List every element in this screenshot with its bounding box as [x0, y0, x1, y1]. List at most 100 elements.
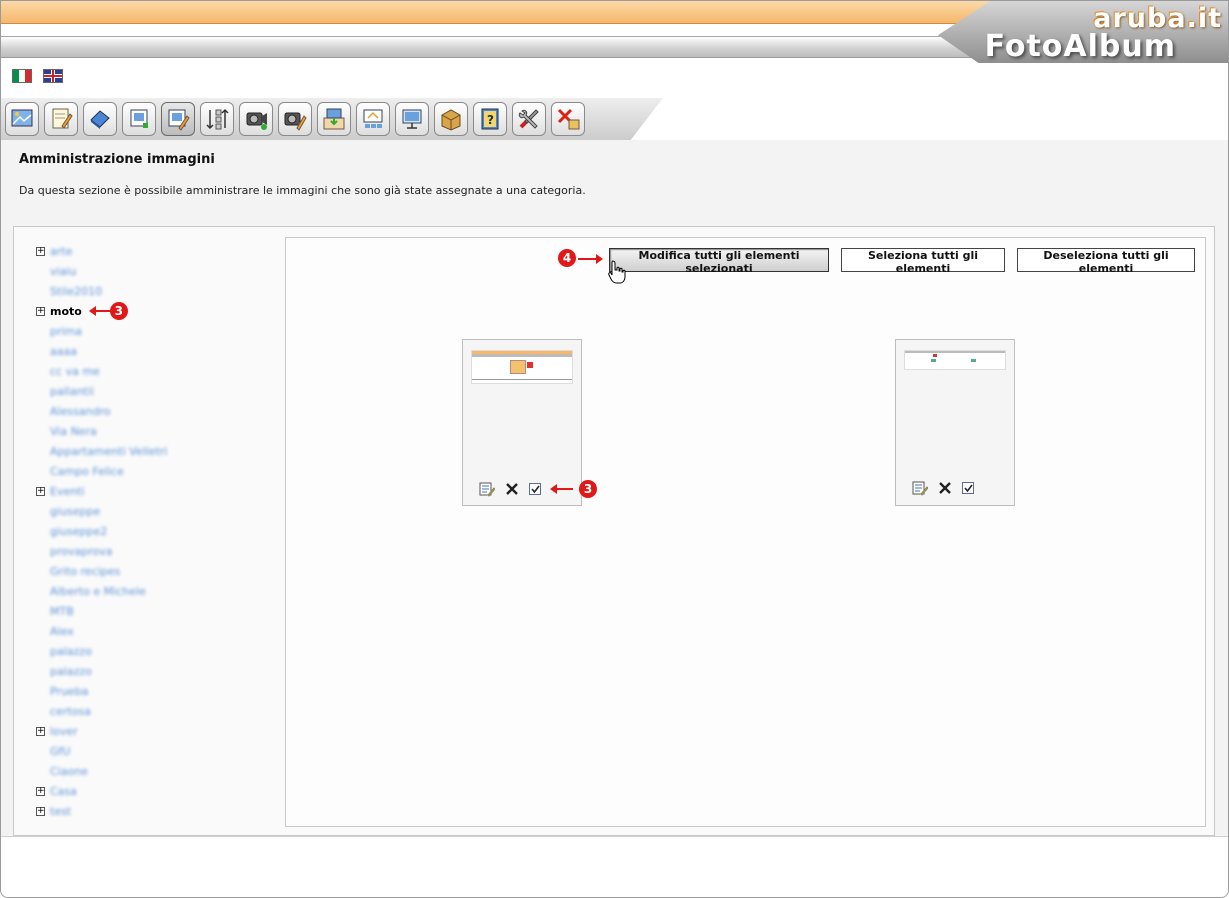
expand-icon[interactable]: + [36, 786, 45, 796]
package-button[interactable] [434, 102, 468, 136]
logout-icon [557, 108, 580, 130]
tree-item: + lover [36, 721, 276, 741]
thumbnail-actions [912, 480, 974, 496]
manage-video-button[interactable] [278, 102, 312, 136]
tree-item-label[interactable]: arte [50, 245, 72, 258]
expand-icon[interactable]: + [36, 246, 45, 256]
image-thumbnail [895, 339, 1015, 506]
tree-item-label[interactable]: Appartamenti Velletri [50, 445, 167, 458]
edit-icon[interactable] [479, 481, 495, 497]
tree-item-label[interactable]: palazzo [50, 645, 92, 658]
tree-item: viaiu [36, 261, 276, 281]
tree-item: provaprova [36, 541, 276, 561]
tree-item: + Eventi [36, 481, 276, 501]
edit-icon[interactable] [912, 480, 928, 496]
tree-item-label[interactable]: GfU [50, 745, 70, 758]
tree-item-label[interactable]: Via Nera [50, 425, 97, 438]
add-category-button[interactable] [5, 102, 39, 136]
tree-item-label[interactable]: Stile2010 [50, 285, 102, 298]
select-checkbox[interactable] [962, 482, 974, 494]
tree-item-label[interactable]: viaiu [50, 265, 76, 278]
slideshow-button[interactable] [395, 102, 429, 136]
tree-item-label[interactable]: Grito recipes [50, 565, 120, 578]
tree-item-label[interactable]: cc va me [50, 365, 100, 378]
thumbnail-preview[interactable] [471, 350, 573, 384]
tree-item: Alberto e Michele [36, 581, 276, 601]
tree-item-label[interactable]: Ciaone [50, 765, 88, 778]
package-icon [441, 109, 461, 131]
import-button[interactable] [317, 102, 351, 136]
tree-item: Via Nera [36, 421, 276, 441]
deselect-all-button[interactable]: Deseleziona tutti gli elementi [1017, 248, 1195, 275]
tree-item: certosa [36, 701, 276, 721]
tree-item-label[interactable]: aaaa [50, 345, 77, 358]
expand-icon[interactable]: + [36, 306, 45, 316]
tree-item-label[interactable]: giuseppe [50, 505, 100, 518]
tree-item-label[interactable]: Prueba [50, 685, 88, 698]
tree-item: + Casa [36, 781, 276, 801]
help-button[interactable]: ? [473, 102, 507, 136]
tree-item: giuseppe2 [36, 521, 276, 541]
tree-item: pallantii [36, 381, 276, 401]
tree-item-label[interactable]: lover [50, 725, 78, 738]
edit-text-icon [52, 108, 73, 129]
settings-button[interactable] [512, 102, 546, 136]
tree-item: Alex [36, 621, 276, 641]
tree-item-label[interactable]: moto [50, 305, 82, 318]
tree-item-label[interactable]: pallantii [50, 385, 94, 398]
italian-flag-icon[interactable] [12, 69, 32, 83]
thumbnails-icon [363, 109, 383, 128]
tree-item: + moto 3 [36, 301, 276, 321]
expand-icon[interactable]: + [36, 726, 45, 736]
edit-selected-button[interactable]: Modifica tutti gli elementi selezionati [609, 248, 829, 275]
sort-button[interactable] [200, 102, 234, 136]
logout-button[interactable] [551, 102, 585, 136]
import-icon [323, 108, 345, 130]
tree-item: GfU [36, 741, 276, 761]
svg-text:?: ? [487, 113, 494, 127]
tree-item-label[interactable]: Alberto e Michele [50, 585, 146, 598]
tree-item: Appartamenti Velletri [36, 441, 276, 461]
english-flag-icon[interactable] [43, 69, 63, 83]
thumbnail-preview[interactable] [904, 350, 1006, 370]
image-thumbnail: 3 [462, 339, 597, 506]
upload-image-button[interactable] [122, 102, 156, 136]
select-all-button[interactable]: Seleziona tutti gli elementi [841, 248, 1005, 275]
settings-icon [518, 109, 539, 129]
tree-item-label[interactable]: certosa [50, 705, 91, 718]
thumbnails-button[interactable] [356, 102, 390, 136]
sort-icon [206, 108, 229, 130]
hand-cursor-icon [608, 260, 626, 284]
tree-item: Grito recipes [36, 561, 276, 581]
tree-item-label[interactable]: provaprova [50, 545, 113, 558]
add-video-button[interactable] [239, 102, 273, 136]
category-tree: + arte viaiu Stile2010 + moto 3 prima aaaa cc va … [36, 241, 276, 821]
tree-item-label[interactable]: giuseppe2 [50, 525, 107, 538]
fotoalbum-logo: FotoAlbum [984, 29, 1176, 64]
tree-item-label[interactable]: Eventi [50, 485, 85, 498]
annotation-badge-3: 3 [109, 302, 128, 320]
annotation-badge-4: 4 [558, 249, 576, 267]
expand-icon[interactable]: + [36, 806, 45, 816]
thumbnail-actions: 3 [479, 480, 597, 498]
tree-item-label[interactable]: palazzo [50, 665, 92, 678]
tree-item-label[interactable]: MTB [50, 605, 74, 618]
tree-item-label[interactable]: Campo Felice [50, 465, 124, 478]
tree-item-label[interactable]: Casa [50, 785, 77, 798]
tree-item-label[interactable]: test [50, 805, 71, 818]
add-video-icon [246, 112, 267, 130]
delete-icon[interactable] [938, 481, 952, 495]
edit-text-button[interactable] [44, 102, 78, 136]
select-checkbox[interactable] [529, 483, 541, 495]
tree-item-label[interactable]: Alex [50, 625, 74, 638]
tree-item-label[interactable]: Alessandro [50, 405, 111, 418]
manage-categories-button[interactable] [83, 102, 117, 136]
tree-item-label[interactable]: prima [50, 325, 82, 338]
expand-icon[interactable]: + [36, 486, 45, 496]
tree-item: aaaa [36, 341, 276, 361]
delete-icon[interactable] [505, 482, 519, 496]
tree-item: Prueba [36, 681, 276, 701]
main-toolbar: ? [5, 102, 585, 136]
tree-item: MTB [36, 601, 276, 621]
manage-images-button[interactable] [161, 102, 195, 136]
